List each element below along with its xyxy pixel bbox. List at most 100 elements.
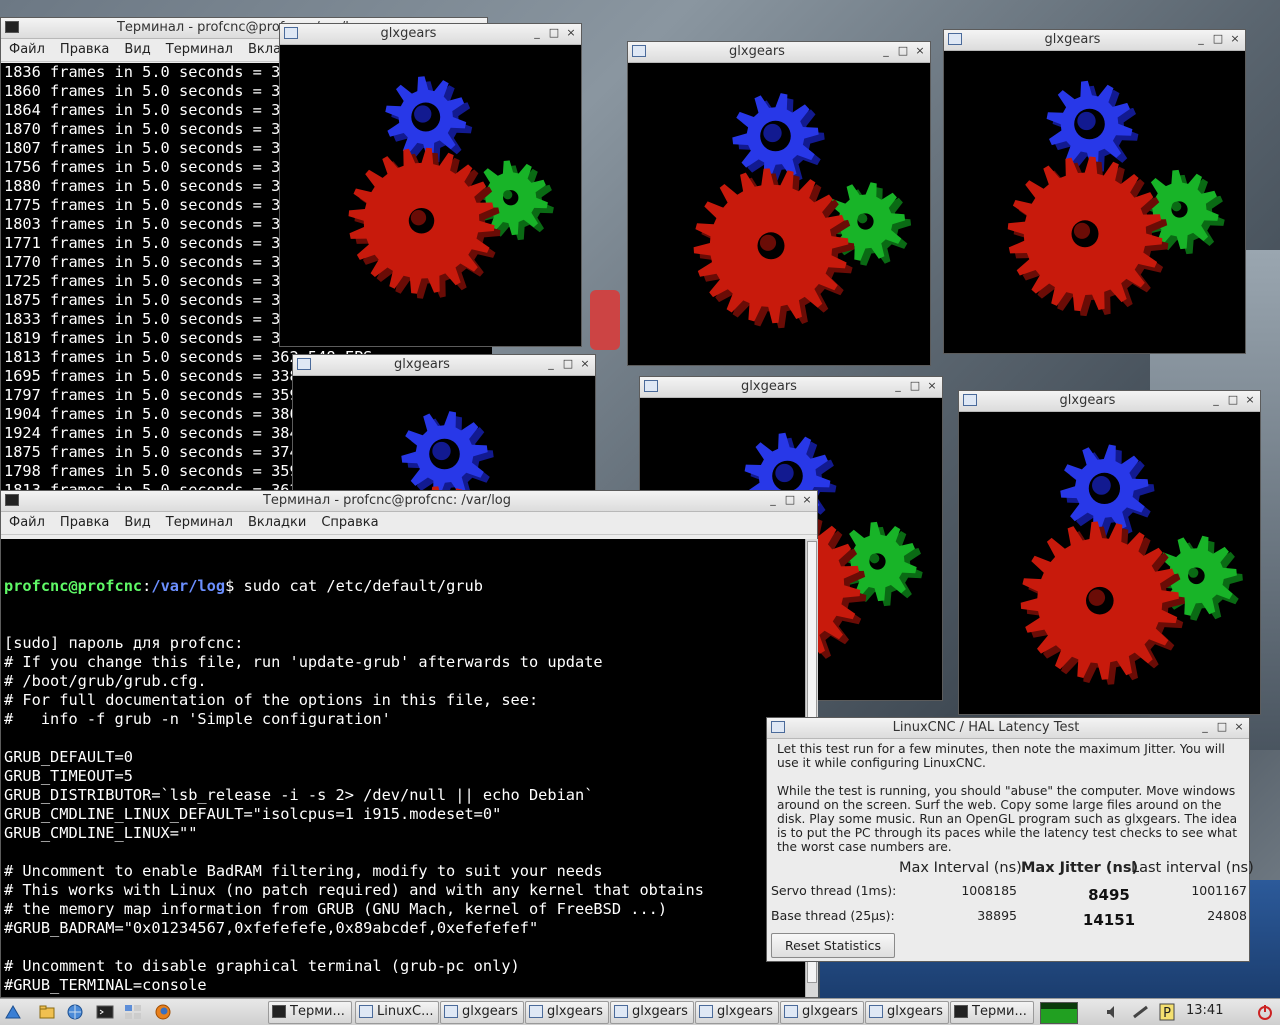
parking-icon[interactable]: P bbox=[1158, 1003, 1176, 1021]
maximize-button[interactable]: □ bbox=[782, 492, 798, 508]
glxgears-window-3[interactable]: glxgears _ □ × bbox=[943, 29, 1246, 354]
minimize-button[interactable]: _ bbox=[1197, 719, 1213, 735]
maximize-button[interactable]: □ bbox=[895, 43, 911, 59]
close-button[interactable]: × bbox=[799, 492, 815, 508]
glxgears-title: glxgears bbox=[1059, 393, 1116, 408]
maximize-button[interactable]: □ bbox=[907, 378, 923, 394]
red-gear-hole-inner bbox=[410, 210, 427, 226]
close-button[interactable]: × bbox=[1227, 31, 1243, 47]
glxgears-titlebar[interactable]: glxgears _ □ × bbox=[280, 24, 581, 45]
glxgears-canvas[interactable] bbox=[280, 45, 581, 346]
taskbar-task-button[interactable]: Терми... bbox=[268, 1001, 352, 1024]
taskbar-task-button[interactable]: glxgears bbox=[525, 1001, 609, 1024]
minimize-button[interactable]: _ bbox=[890, 378, 906, 394]
file-manager-icon[interactable] bbox=[38, 1003, 56, 1021]
menu-view[interactable]: Вид bbox=[116, 39, 157, 57]
taskbar-task-button[interactable]: glxgears bbox=[440, 1001, 524, 1024]
glxgears-window-1[interactable]: glxgears _ □ × bbox=[279, 23, 582, 347]
close-button[interactable]: × bbox=[577, 356, 593, 372]
glxgears-canvas[interactable] bbox=[959, 412, 1260, 714]
sound-icon[interactable] bbox=[1104, 1003, 1122, 1021]
menu-file[interactable]: Файл bbox=[1, 39, 52, 57]
window-icon bbox=[699, 1005, 713, 1018]
close-button[interactable]: × bbox=[1242, 392, 1258, 408]
minimize-button[interactable]: _ bbox=[543, 356, 559, 372]
menu-edit[interactable]: Правка bbox=[52, 512, 116, 530]
minimize-button[interactable]: _ bbox=[1193, 31, 1209, 47]
taskbar-task-label: glxgears bbox=[462, 1004, 518, 1019]
close-button[interactable]: × bbox=[924, 378, 940, 394]
reset-statistics-button[interactable]: Reset Statistics bbox=[771, 933, 895, 958]
menu-file[interactable]: Файл bbox=[1, 512, 52, 530]
terminal-output-line: # This works with Linux (no patch requir… bbox=[4, 881, 704, 899]
taskbar-task-button[interactable]: glxgears bbox=[610, 1001, 694, 1024]
glxgears-canvas[interactable] bbox=[944, 51, 1245, 353]
green-gear-hole-inner bbox=[1171, 201, 1182, 212]
blue-gear bbox=[401, 411, 494, 502]
terminal-output-line: # Uncomment to disable graphical termina… bbox=[4, 957, 520, 975]
close-button[interactable]: × bbox=[563, 25, 579, 41]
glxgears-canvas[interactable] bbox=[628, 63, 930, 365]
maximize-button[interactable]: □ bbox=[560, 356, 576, 372]
base-max-interval: 38895 bbox=[977, 908, 1017, 923]
maximize-button[interactable]: □ bbox=[1210, 31, 1226, 47]
menu-terminal[interactable]: Терминал bbox=[158, 512, 240, 530]
glxgears-titlebar[interactable]: glxgears _ □ × bbox=[293, 355, 595, 376]
blue-gear-hole-inner bbox=[763, 123, 782, 143]
minimize-button[interactable]: _ bbox=[878, 43, 894, 59]
blue-gear-hole-inner bbox=[775, 463, 794, 483]
red-gear-hole-inner bbox=[1073, 222, 1091, 239]
menu-edit[interactable]: Правка bbox=[52, 39, 116, 57]
terminal-output-line: # /boot/grub/grub.cfg. bbox=[4, 672, 207, 690]
glxgears-titlebar[interactable]: glxgears _ □ × bbox=[944, 30, 1245, 51]
terminal-main-titlebar[interactable]: Терминал - profcnc@profcnc: /var/log _ □… bbox=[1, 491, 817, 512]
close-button[interactable]: × bbox=[912, 43, 928, 59]
taskbar-task-button[interactable]: glxgears bbox=[780, 1001, 864, 1024]
latency-titlebar[interactable]: LinuxCNC / HAL Latency Test _ □ × bbox=[767, 718, 1249, 739]
menu-view[interactable]: Вид bbox=[116, 512, 157, 530]
menu-help[interactable]: Справка bbox=[313, 512, 385, 530]
servo-last-interval: 1001167 bbox=[1191, 883, 1247, 898]
terminal-main-output[interactable]: profcnc@profcnc:/var/log$ sudo cat /etc/… bbox=[1, 539, 808, 997]
power-icon[interactable] bbox=[1256, 1003, 1274, 1021]
latency-body: Let this test run for a few minutes, the… bbox=[767, 739, 1254, 961]
taskbar-task-button[interactable]: glxgears bbox=[695, 1001, 779, 1024]
col-last-interval: Last interval (ns) bbox=[1131, 860, 1254, 876]
blue-gear-hole-inner bbox=[432, 441, 451, 461]
minimize-button[interactable]: _ bbox=[529, 25, 545, 41]
menu-tabs[interactable]: Вкладки bbox=[240, 512, 313, 530]
glxgears-canvas[interactable] bbox=[293, 376, 595, 503]
glxgears-title: glxgears bbox=[741, 379, 797, 394]
network-icon[interactable] bbox=[1132, 1003, 1150, 1021]
terminal-output-line: # info -f grub -n 'Simple configuration' bbox=[4, 710, 391, 728]
terminal-launcher-icon[interactable] bbox=[96, 1003, 114, 1021]
base-last-interval: 24808 bbox=[1207, 908, 1247, 923]
taskbar-task-button[interactable]: LinuxC... bbox=[355, 1001, 439, 1024]
maximize-button[interactable]: □ bbox=[1225, 392, 1241, 408]
workspace-switcher-icon[interactable] bbox=[124, 1003, 142, 1021]
blue-gear bbox=[732, 93, 825, 184]
window-icon bbox=[529, 1005, 543, 1018]
servo-max-interval: 1008185 bbox=[961, 883, 1017, 898]
minimize-button[interactable]: _ bbox=[765, 492, 781, 508]
glxgears-window-4[interactable]: glxgears _ □ × bbox=[292, 354, 596, 504]
maximize-button[interactable]: □ bbox=[546, 25, 562, 41]
taskbar-task-button[interactable]: glxgears bbox=[865, 1001, 949, 1024]
cpu-monitor-fill bbox=[1041, 1009, 1077, 1023]
glxgears-titlebar[interactable]: glxgears _ □ × bbox=[628, 42, 930, 63]
glxgears-window-2[interactable]: glxgears _ □ × bbox=[627, 41, 931, 366]
latency-test-window[interactable]: LinuxCNC / HAL Latency Test _ □ × Let th… bbox=[766, 717, 1254, 962]
close-button[interactable]: × bbox=[1231, 719, 1247, 735]
start-menu-icon[interactable] bbox=[4, 1003, 22, 1021]
glxgears-titlebar[interactable]: glxgears _ □ × bbox=[959, 391, 1260, 412]
terminal-window-main[interactable]: Терминал - profcnc@profcnc: /var/log _ □… bbox=[0, 490, 818, 998]
maximize-button[interactable]: □ bbox=[1214, 719, 1230, 735]
menu-terminal[interactable]: Терминал bbox=[158, 39, 240, 57]
glxgears-titlebar[interactable]: glxgears _ □ × bbox=[640, 377, 942, 398]
firefox-icon[interactable] bbox=[154, 1003, 172, 1021]
web-browser-icon[interactable] bbox=[66, 1003, 84, 1021]
taskbar-task-button[interactable]: Терми... bbox=[950, 1001, 1034, 1024]
glxgears-window-6[interactable]: glxgears _ □ × bbox=[958, 390, 1261, 715]
minimize-button[interactable]: _ bbox=[1208, 392, 1224, 408]
